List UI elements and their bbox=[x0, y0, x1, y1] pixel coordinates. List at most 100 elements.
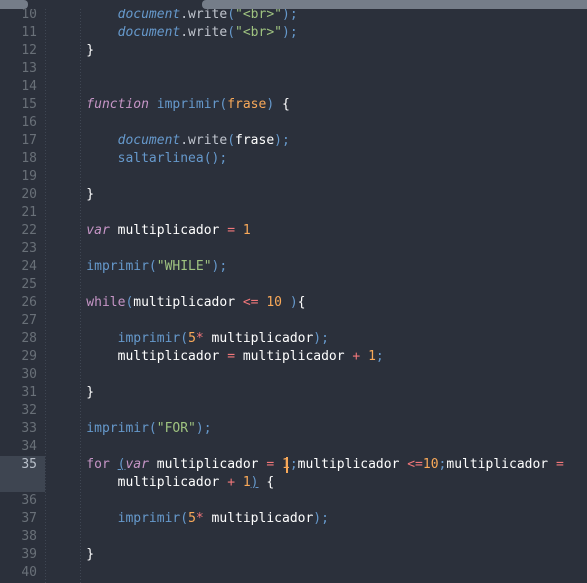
line-number[interactable]: 20 bbox=[0, 186, 45, 204]
token-function-call: imprimir bbox=[55, 421, 149, 436]
token-operator: = bbox=[266, 457, 282, 472]
token-semicolon: ; bbox=[321, 511, 329, 526]
token-paren: ) bbox=[289, 295, 298, 310]
code-line-28: imprimir(5* multiplicador); bbox=[55, 330, 329, 348]
token-operator: <= bbox=[242, 295, 267, 310]
line-number[interactable]: 27 bbox=[0, 312, 45, 330]
token-keyword: function bbox=[55, 97, 157, 112]
code-line-17: document.write(frase); bbox=[55, 132, 290, 150]
token-keyword: var bbox=[125, 457, 157, 472]
line-number[interactable]: 36 bbox=[0, 492, 45, 510]
horizontal-scrollbar[interactable] bbox=[0, 0, 587, 9]
line-number[interactable]: 15 bbox=[0, 96, 45, 114]
token-number: 1 bbox=[242, 223, 251, 238]
token-paren: ( bbox=[180, 511, 189, 526]
token-operator: = bbox=[227, 349, 243, 364]
token-function-call: imprimir bbox=[55, 259, 149, 274]
horizontal-scroll-thumb-right[interactable] bbox=[202, 0, 587, 9]
line-number[interactable]: 24 bbox=[0, 258, 45, 276]
line-number[interactable]: 33 bbox=[0, 420, 45, 438]
token-semicolon: ; bbox=[282, 133, 290, 148]
token-string: "FOR" bbox=[156, 421, 196, 436]
token-paren-match: ( bbox=[117, 457, 126, 472]
line-number[interactable]: 39 bbox=[0, 546, 45, 564]
code-editor[interactable]: 10 11 12 13 14 15 16 17 18 19 20 21 22 2… bbox=[0, 0, 587, 583]
line-number-gutter[interactable]: 10 11 12 13 14 15 16 17 18 19 20 21 22 2… bbox=[0, 0, 45, 583]
line-number[interactable]: 38 bbox=[0, 528, 45, 546]
token-brace: } bbox=[55, 547, 95, 562]
token-number: 10 bbox=[266, 295, 290, 310]
line-number[interactable]: 14 bbox=[0, 78, 45, 96]
line-number[interactable]: 37 bbox=[0, 510, 45, 528]
token-number: 5 bbox=[188, 331, 196, 346]
line-number[interactable]: 16 bbox=[0, 114, 45, 132]
line-number[interactable]: 28 bbox=[0, 330, 45, 348]
token-function-call: imprimir bbox=[55, 331, 181, 346]
token-paren: ) bbox=[195, 421, 204, 436]
token-paren: ( bbox=[227, 7, 236, 22]
text-caret bbox=[286, 457, 288, 473]
token-semicolon: ; bbox=[289, 7, 298, 22]
token-paren: ) bbox=[313, 511, 322, 526]
code-line-11: document.write("<br>"); bbox=[55, 24, 298, 42]
token-paren: ) bbox=[313, 331, 322, 346]
token-semicolon: ; bbox=[321, 331, 329, 346]
token-semicolon: ; bbox=[219, 259, 228, 274]
token-identifier: multiplicador bbox=[211, 331, 314, 346]
line-number[interactable]: 32 bbox=[0, 402, 45, 420]
code-line-37: imprimir(5* multiplicador); bbox=[55, 510, 329, 528]
token-paren: ( bbox=[180, 331, 189, 346]
token-function-call: saltarlinea bbox=[55, 151, 204, 166]
horizontal-scroll-thumb-left[interactable] bbox=[0, 0, 28, 9]
indent-guide bbox=[80, 0, 81, 583]
line-number[interactable]: 22 bbox=[0, 222, 45, 240]
line-number[interactable]: 11 bbox=[0, 24, 45, 42]
token-operator: + bbox=[352, 349, 369, 364]
token-semicolon: ; bbox=[289, 25, 298, 40]
line-number[interactable]: 40 bbox=[0, 564, 45, 582]
code-line-35-wrap: multiplicador + 1) { bbox=[55, 474, 275, 492]
token-paren: () bbox=[203, 151, 220, 166]
line-number[interactable]: 26 bbox=[0, 294, 45, 312]
code-content: document.write("<br>"); document.write("… bbox=[0, 0, 587, 583]
token-function-name: imprimir bbox=[156, 97, 220, 112]
token-paren: ) bbox=[211, 259, 220, 274]
token-paren: ( bbox=[148, 259, 157, 274]
token-number: 5 bbox=[188, 511, 196, 526]
token-operator: = bbox=[227, 223, 243, 238]
line-number[interactable]: 30 bbox=[0, 366, 45, 384]
line-number[interactable]: 25 bbox=[0, 276, 45, 294]
token-keyword: while bbox=[55, 295, 126, 310]
token-paren: ( bbox=[219, 97, 228, 112]
token-paren-match: ) bbox=[250, 475, 259, 490]
token-object: document bbox=[55, 133, 181, 148]
code-line-20: } bbox=[55, 186, 94, 204]
line-number[interactable]: 18 bbox=[0, 150, 45, 168]
line-number[interactable]: 19 bbox=[0, 168, 45, 186]
token-number: 1 bbox=[368, 349, 376, 364]
token-semicolon: ; bbox=[219, 151, 228, 166]
token-parameter: frase bbox=[227, 97, 267, 112]
token-brace: { bbox=[274, 97, 290, 112]
line-number[interactable]: 23 bbox=[0, 240, 45, 258]
token-brace: } bbox=[55, 385, 95, 400]
token-identifier: frase bbox=[235, 133, 275, 148]
line-number[interactable]: 17 bbox=[0, 132, 45, 150]
token-identifier: multiplicador bbox=[297, 457, 408, 472]
line-number[interactable]: 12 bbox=[0, 42, 45, 60]
token-identifier: multiplicador bbox=[156, 457, 267, 472]
line-number[interactable]: 29 bbox=[0, 348, 45, 366]
token-object: document bbox=[55, 7, 181, 22]
token-keyword: var bbox=[55, 223, 118, 238]
code-line-39: } bbox=[55, 546, 94, 564]
line-number[interactable]: 21 bbox=[0, 204, 45, 222]
line-number-active[interactable]: 35 bbox=[0, 456, 45, 492]
token-identifier: multiplicador bbox=[133, 295, 243, 310]
token-brace: } bbox=[55, 187, 95, 202]
line-number[interactable]: 13 bbox=[0, 60, 45, 78]
line-number[interactable]: 34 bbox=[0, 438, 45, 456]
line-number[interactable]: 31 bbox=[0, 384, 45, 402]
token-property: .write bbox=[180, 25, 228, 40]
token-semicolon: ; bbox=[438, 457, 447, 472]
token-string: "WHILE" bbox=[156, 259, 212, 274]
